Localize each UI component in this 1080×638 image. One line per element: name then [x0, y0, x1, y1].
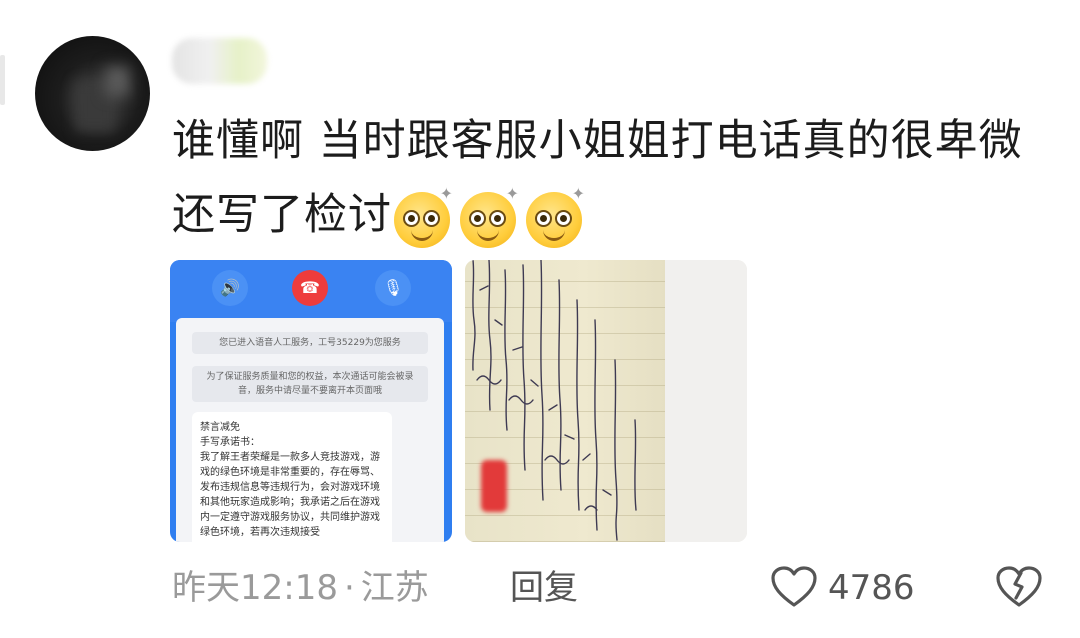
bubble-title: 禁言减免	[200, 422, 240, 433]
comment-meta: 昨天12:18 · 江苏	[172, 566, 429, 610]
bubble-body: 我了解王者荣耀是一款多人竞技游戏，游戏的绿色环境是非常重要的，存在辱骂、发布违规…	[200, 452, 380, 538]
comment-time: 昨天12:18	[172, 568, 338, 608]
attachment-call-screenshot[interactable]: 🔊 ☎ 🎙 您已进入语音人工服务，工号35229为您服务 为了保证服务质量和您的…	[170, 260, 452, 542]
meta-separator: ·	[343, 568, 355, 608]
handwritten-paper	[465, 260, 665, 542]
hangup-icon: ☎	[292, 270, 328, 306]
dizzy-smile-emoji-icon: ✦	[526, 186, 585, 248]
speaker-icon: 🔊	[212, 270, 248, 306]
message-bubble: 禁言减免 手写承诺书： 我了解王者荣耀是一款多人竞技游戏，游戏的绿色环境是非常重…	[192, 412, 392, 542]
comment-location: 江苏	[360, 568, 429, 608]
comment-text: 谁懂啊 当时跟客服小姐姐打电话真的很卑微 还写了检讨	[172, 116, 1023, 240]
system-message: 您已进入语音人工服务，工号35229为您服务	[192, 332, 428, 354]
emoji-group: ✦ ✦ ✦	[394, 181, 592, 255]
background-surface	[665, 260, 747, 542]
like-count: 4786	[828, 568, 915, 608]
dizzy-smile-emoji-icon: ✦	[394, 186, 453, 248]
comment-body: 谁懂啊 当时跟客服小姐姐打电话真的很卑微 还写了检讨 ✦ ✦ ✦	[172, 104, 1042, 255]
system-message: 为了保证服务质量和您的权益，本次通话可能会被录音，服务中请尽量不要离开本页面哦	[192, 366, 428, 402]
side-edge-marker	[0, 55, 5, 105]
heart-icon[interactable]	[770, 565, 818, 609]
attachment-handwritten-letter[interactable]	[465, 260, 747, 542]
broken-heart-icon[interactable]	[995, 565, 1043, 609]
user-avatar[interactable]	[35, 36, 150, 151]
username-blurred[interactable]	[172, 38, 267, 84]
bubble-subtitle: 手写承诺书：	[200, 437, 260, 448]
redacted-signature	[481, 460, 507, 512]
reply-button[interactable]: 回复	[510, 566, 578, 610]
microphone-icon: 🎙	[375, 270, 411, 306]
dizzy-smile-emoji-icon: ✦	[460, 186, 519, 248]
